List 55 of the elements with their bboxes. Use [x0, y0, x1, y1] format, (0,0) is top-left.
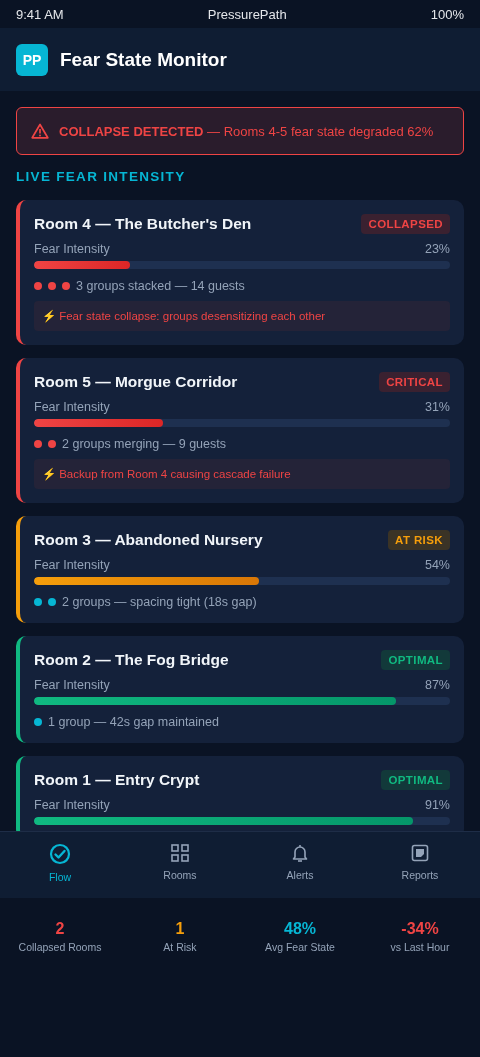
page-title: Fear State Monitor [60, 48, 227, 71]
status-badge: AT RISK [388, 530, 450, 550]
room-title: Room 4 — The Butcher's Den [34, 215, 252, 233]
metric-label: Fear Intensity [34, 798, 110, 812]
nav-tab[interactable]: Rooms [120, 832, 240, 898]
status-app-name: PressurePath [207, 6, 287, 22]
group-summary: 1 group — 42s gap maintained [48, 715, 219, 729]
status-badge: OPTIMAL [381, 770, 450, 790]
group-summary: 2 groups merging — 9 guests [62, 437, 226, 451]
room-title: Room 2 — The Fog Bridge [34, 651, 229, 669]
stat-value: 2 [55, 920, 65, 938]
status-badge: CRITICAL [379, 372, 450, 392]
app-logo: PP [16, 43, 48, 76]
stat-label: Avg Fear State [265, 941, 335, 953]
room-title: Room 5 — Morgue Corridor [34, 373, 238, 391]
group-summary: 2 groups — spacing tight (18s gap) [62, 595, 257, 609]
document-icon [410, 843, 430, 863]
grid-icon [170, 843, 190, 863]
room-title: Room 3 — Abandoned Nursery [34, 531, 263, 549]
metric-reading: 54% [424, 558, 450, 572]
status-time: 9:41 AM [16, 6, 64, 22]
warning-note: ⚡ Fear state collapse: groups desensitizing each other [34, 301, 450, 331]
metric-label: Fear Intensity [34, 678, 110, 692]
nav-tab[interactable]: Flow [0, 832, 120, 898]
nav-tab[interactable]: Alerts [240, 832, 360, 898]
warning-icon [31, 123, 49, 139]
metric-reading: 31% [424, 400, 450, 414]
battery-level: 100% [430, 6, 464, 22]
stat-value: 1 [175, 920, 185, 938]
room-card[interactable]: Room 3 — Abandoned Nursery AT RISK Fear Intensity 54% 2 groups — spacing tight (18s gap) [16, 516, 464, 623]
stat-label: vs Last Hour [390, 941, 450, 953]
room-card[interactable]: Room 5 — Morgue Corridor CRITICAL Fear Intensity 31% 2 groups merging — 9 guests ⚡ Backup from Room 4 causing cascade failure [16, 358, 464, 503]
group-summary: 3 groups stacked — 14 guests [76, 279, 245, 293]
nav-tab[interactable]: Reports [360, 832, 480, 898]
check-circle-icon [49, 843, 71, 865]
metric-reading: 23% [424, 242, 450, 256]
alert-message: COLLAPSE DETECTED — Rooms 4-5 fear state degraded 62% [59, 123, 434, 139]
metric-reading: 91% [424, 798, 450, 812]
status-badge: OPTIMAL [381, 650, 450, 670]
room-title: Room 1 — Entry Crypt [34, 771, 200, 789]
stat-label: Collapsed Rooms [18, 941, 102, 953]
stat-value: 48% [284, 920, 316, 938]
room-card[interactable]: Room 2 — The Fog Bridge OPTIMAL Fear Intensity 87% 1 group — 42s gap maintained [16, 636, 464, 743]
stat-label: At Risk [163, 941, 197, 953]
section-title: LIVE FEAR INTENSITY [16, 169, 187, 184]
room-card[interactable]: Room 1 — Entry Crypt OPTIMAL Fear Intensity 91% [16, 756, 464, 831]
bell-icon [290, 843, 310, 863]
status-badge: COLLAPSED [361, 214, 450, 234]
metric-reading: 87% [424, 678, 450, 692]
metric-label: Fear Intensity [34, 400, 110, 414]
metric-label: Fear Intensity [34, 558, 110, 572]
room-card[interactable]: Room 4 — The Butcher's Den COLLAPSED Fear Intensity 23% 3 groups stacked — 14 guests ⚡ Fear state collapse: groups desensitizing each other [16, 200, 464, 345]
warning-note: ⚡ Backup from Room 4 causing cascade failure [34, 459, 450, 489]
stat-value: -34% [401, 920, 439, 938]
metric-label: Fear Intensity [34, 242, 110, 256]
